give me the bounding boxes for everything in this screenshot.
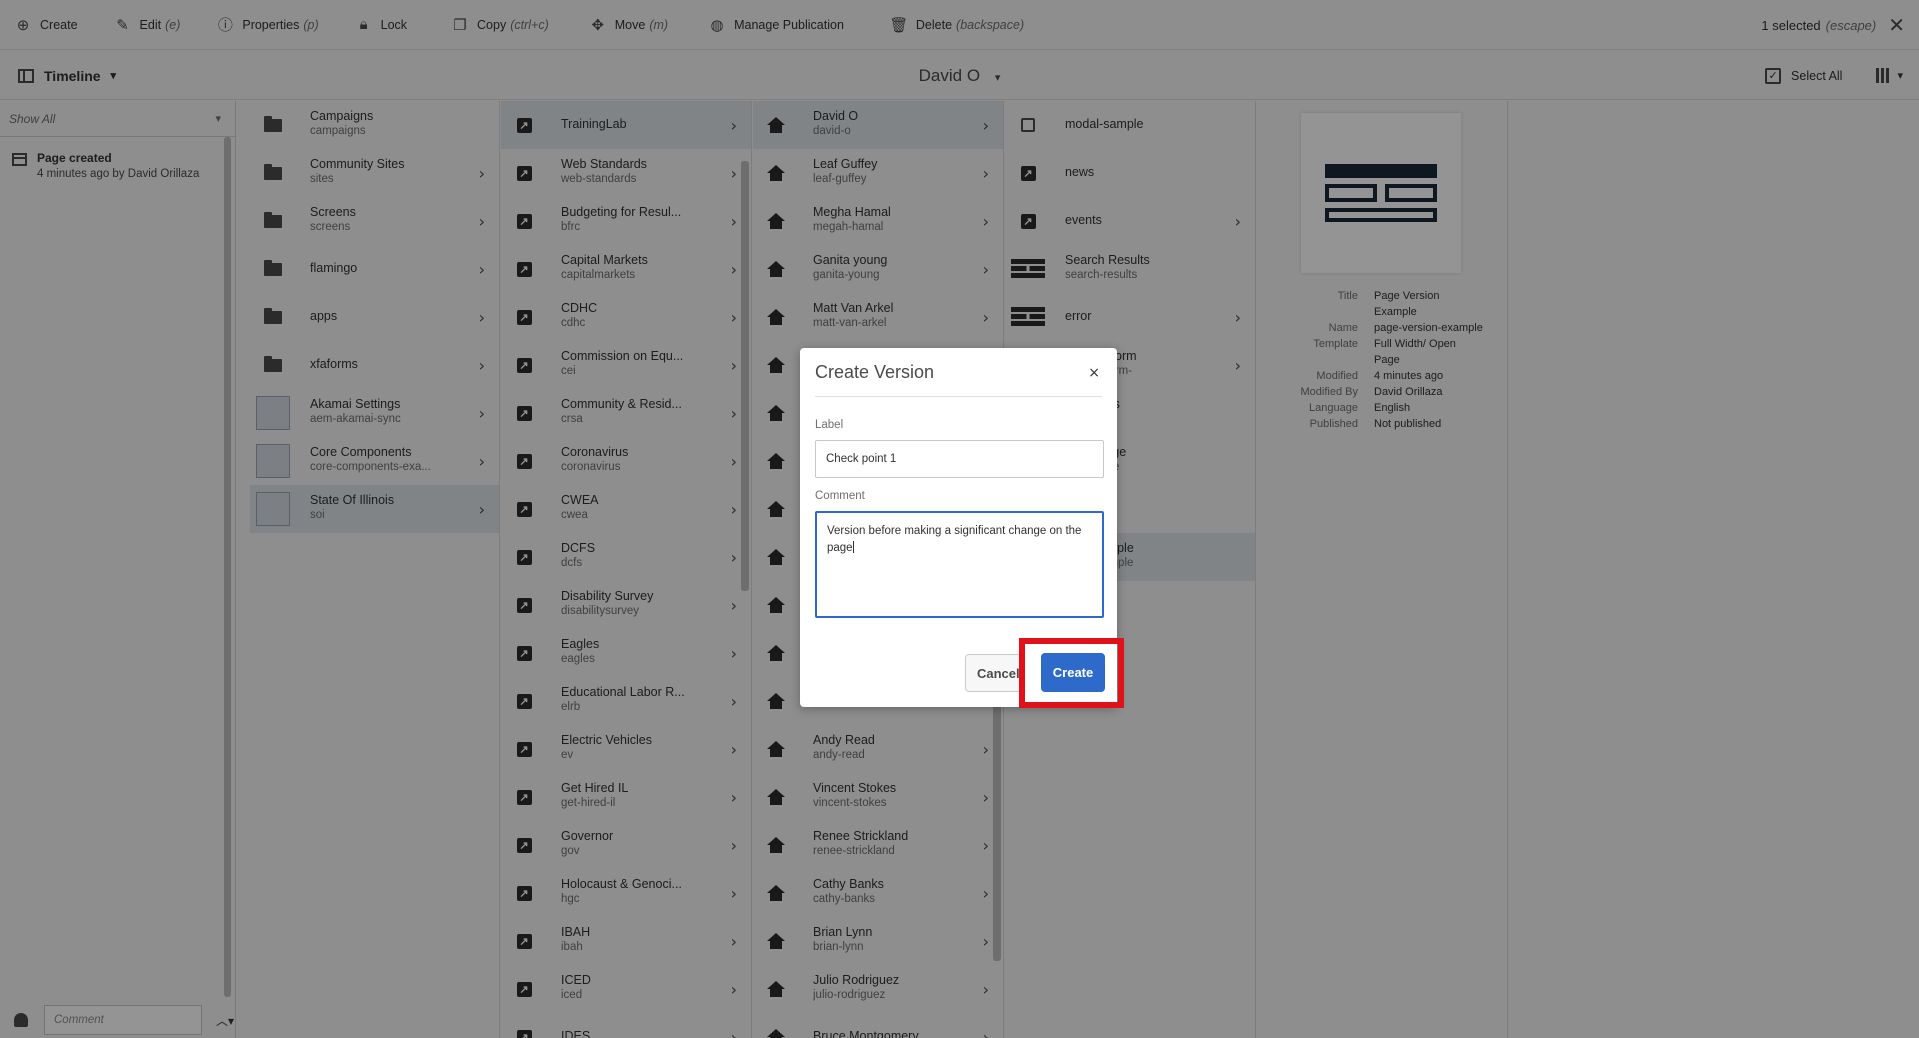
label-input[interactable]: Check point 1 — [815, 440, 1104, 478]
comment-field-label: Comment — [815, 490, 865, 502]
dialog-title: Create Version — [815, 362, 935, 382]
create-version-button[interactable]: Create — [1041, 653, 1105, 692]
dialog-divider — [815, 396, 1102, 397]
text-caret — [852, 541, 854, 553]
comment-textarea[interactable]: Version before making a significant chan… — [815, 511, 1104, 618]
comment-text: Version before making a significant chan… — [827, 525, 1082, 554]
label-field-label: Label — [815, 419, 844, 431]
cancel-button[interactable]: Cancel — [965, 654, 1022, 692]
close-icon[interactable]: × — [1088, 365, 1100, 381]
